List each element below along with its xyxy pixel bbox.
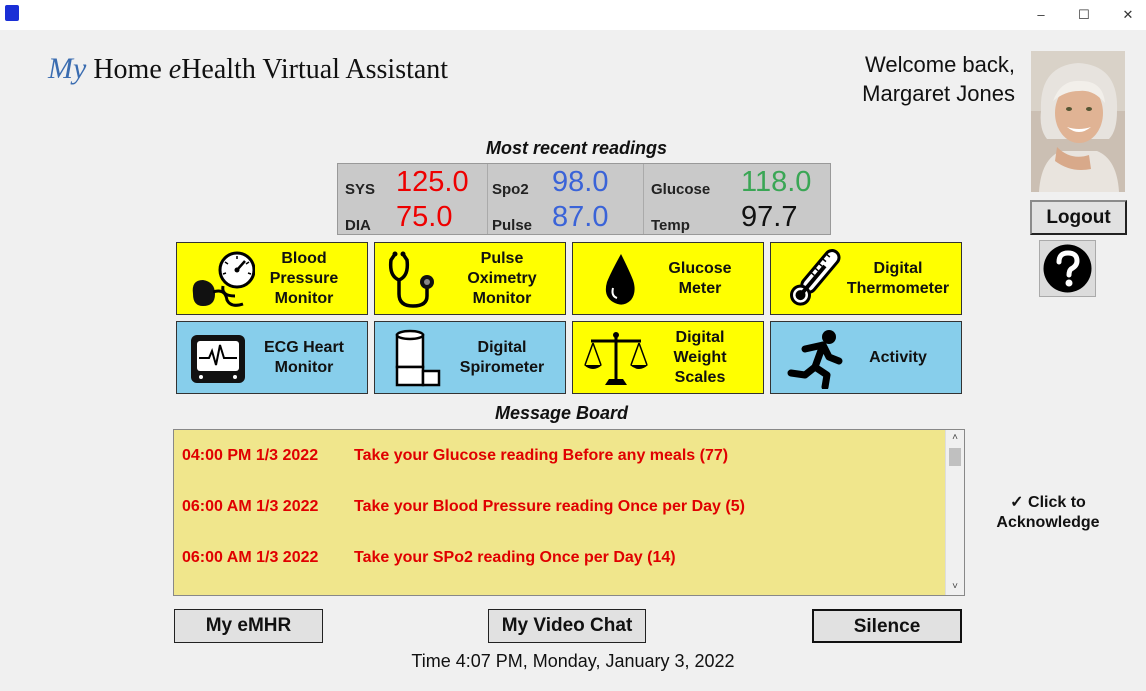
stethoscope-icon xyxy=(388,251,434,308)
message-time: 04:00 PM 1/3 2022 xyxy=(182,447,319,464)
scales-icon xyxy=(584,332,648,385)
readings-title: Most recent readings xyxy=(486,138,668,158)
temp-label: Temp xyxy=(651,217,690,234)
title-text-part1: Home xyxy=(86,54,169,85)
glucose-meter-tile[interactable]: Glucose Meter xyxy=(572,242,764,315)
digital-thermometer-tile[interactable]: Digital Thermometer xyxy=(770,242,962,315)
window-title-bar: – ☐ ✕ xyxy=(0,0,1146,30)
current-time-display: Time 4:07 PM, Monday, January 3, 2022 xyxy=(411,651,735,671)
logout-button[interactable]: Logout xyxy=(1030,200,1127,235)
welcome-message: Welcome back, Margaret Jones xyxy=(862,50,1015,108)
digital-spirometer-label: Digital Spirometer xyxy=(459,338,545,376)
title-prefix: My xyxy=(48,52,87,85)
message-item[interactable]: 04:00 PM 1/3 2022 Take your Glucose readi… xyxy=(182,447,728,465)
acknowledge-line2: Acknowledge xyxy=(996,514,1100,531)
title-text-part2: Health Virtual Assistant xyxy=(181,54,449,85)
help-button[interactable] xyxy=(1039,240,1096,297)
message-item[interactable]: 06:00 AM 1/3 2022 Take your Blood Pressur… xyxy=(182,498,745,516)
message-time: 06:00 AM 1/3 2022 xyxy=(182,549,319,566)
blood-pressure-monitor-icon xyxy=(192,251,255,307)
dia-label: DIA xyxy=(345,217,371,234)
question-mark-icon xyxy=(1043,244,1092,293)
ecg-heart-monitor-tile[interactable]: ECG Heart Monitor xyxy=(176,321,368,394)
welcome-line1: Welcome back, xyxy=(865,52,1015,77)
sys-value: 125.0 xyxy=(396,166,469,198)
title-text-e: e xyxy=(168,54,182,85)
scroll-down-button[interactable]: ˅ xyxy=(946,579,964,595)
running-person-icon xyxy=(787,330,843,389)
activity-label: Activity xyxy=(869,348,927,366)
message-text: Take your Glucose reading Before any mea… xyxy=(354,447,729,464)
pulse-label: Pulse xyxy=(492,217,533,234)
message-board-scrollbar[interactable]: ˄ ˅ xyxy=(945,430,964,595)
digital-spirometer-tile[interactable]: Digital Spirometer xyxy=(374,321,566,394)
scroll-thumb[interactable] xyxy=(949,448,961,466)
my-video-chat-button[interactable]: My Video Chat xyxy=(488,609,646,643)
app-title: My Home eHealth Virtual Assistant xyxy=(48,52,448,86)
message-board-title: Message Board xyxy=(495,403,629,423)
spo2-value: 98.0 xyxy=(552,166,609,198)
ecg-heart-monitor-label: ECG Heart Monitor xyxy=(263,338,345,376)
minimize-button[interactable]: – xyxy=(1030,5,1052,25)
digital-weight-scales-tile[interactable]: Digital Weight Scales xyxy=(572,321,764,394)
glucose-meter-label: Glucose Meter xyxy=(668,259,732,297)
readings-panel: SYS 125.0 DIA 75.0 Spo2 98.0 Pulse 87.0 … xyxy=(337,163,831,235)
pulse-oximetry-monitor-tile[interactable]: Pulse Oximetry Monitor xyxy=(374,242,566,315)
temp-value: 97.7 xyxy=(741,201,798,233)
glucose-label: Glucose xyxy=(651,181,711,198)
glucose-value: 118.0 xyxy=(741,166,812,198)
sys-label: SYS xyxy=(345,181,376,198)
maximize-button[interactable]: ☐ xyxy=(1073,5,1095,25)
message-board: 04:00 PM 1/3 2022 Take your Glucose readi… xyxy=(173,429,965,596)
message-time: 06:00 AM 1/3 2022 xyxy=(182,498,319,515)
scroll-up-button[interactable]: ˄ xyxy=(946,430,964,446)
silence-button[interactable]: Silence xyxy=(812,609,962,643)
spirometer-icon xyxy=(395,329,441,387)
blood-pressure-monitor-tile[interactable]: Blood Pressure Monitor xyxy=(176,242,368,315)
acknowledge-button[interactable]: ✓ Click to Acknowledge xyxy=(990,493,1106,533)
pulse-oximetry-monitor-label: Pulse Oximetry Monitor xyxy=(467,249,537,307)
activity-tile[interactable]: Activity xyxy=(770,321,962,394)
digital-thermometer-label: Digital Thermometer xyxy=(846,259,950,297)
avatar xyxy=(1031,51,1125,192)
spo2-label: Spo2 xyxy=(492,181,529,198)
message-text: Take your SPo2 reading Once per Day (14) xyxy=(354,549,676,566)
thermometer-icon xyxy=(790,249,841,306)
my-emhr-button[interactable]: My eMHR xyxy=(174,609,323,643)
user-name: Margaret Jones xyxy=(862,81,1015,106)
acknowledge-line1: ✓ Click to xyxy=(1010,494,1086,511)
close-button[interactable]: ✕ xyxy=(1117,5,1139,25)
blood-pressure-monitor-label: Blood Pressure Monitor xyxy=(269,249,339,307)
message-text: Take your Blood Pressure reading Once pe… xyxy=(354,498,745,515)
digital-weight-scales-label: Digital Weight Scales xyxy=(673,328,727,386)
message-item[interactable]: 06:00 AM 1/3 2022 Take your SPo2 reading … xyxy=(182,549,676,567)
blood-drop-icon xyxy=(605,254,635,305)
app-icon xyxy=(5,5,19,21)
pulse-value: 87.0 xyxy=(552,201,609,233)
ecg-monitor-icon xyxy=(191,335,245,383)
dia-value: 75.0 xyxy=(396,201,453,233)
